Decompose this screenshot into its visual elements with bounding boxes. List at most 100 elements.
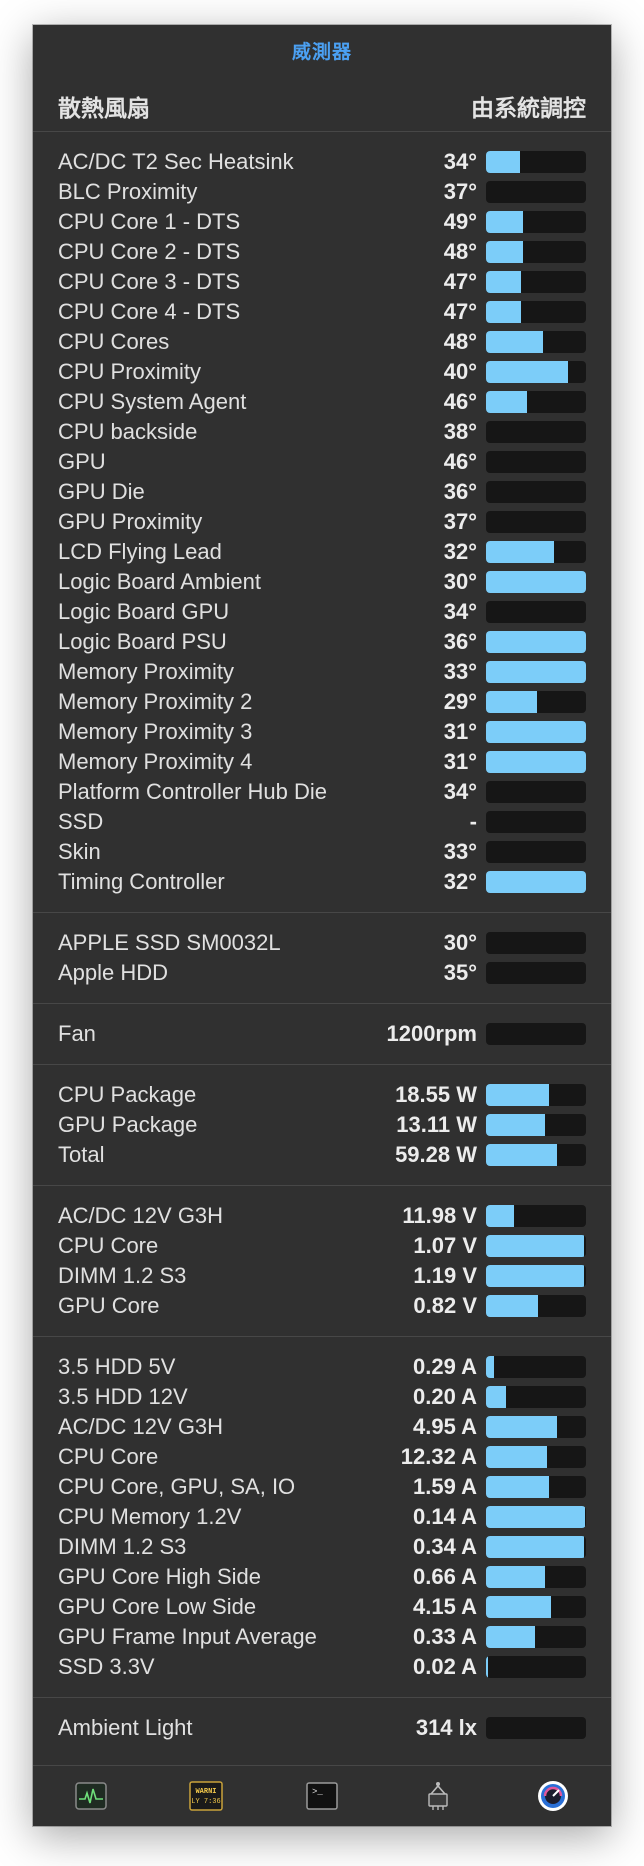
panel-title: 威測器 (291, 42, 352, 63)
sensor-value: 47° (443, 299, 477, 324)
system-information-icon[interactable] (420, 1780, 456, 1812)
fan-control-label: 散熱風扇 (58, 95, 150, 121)
sensor-value: 40° (443, 359, 477, 384)
sensor-bar-fill (486, 1235, 584, 1257)
sensor-row[interactable]: LCD Flying Lead 32° (33, 537, 611, 567)
sensor-bar (486, 1114, 586, 1136)
sensor-row[interactable]: AC/DC T2 Sec Heatsink 34° (33, 147, 611, 177)
sensor-value: 33° (443, 839, 477, 864)
sensor-row[interactable]: Logic Board GPU 34° (33, 597, 611, 627)
sensor-row[interactable]: Timing Controller 32° (33, 867, 611, 897)
sensor-row[interactable]: Logic Board PSU 36° (33, 627, 611, 657)
sensor-row[interactable]: CPU Package 18.55 W (33, 1080, 611, 1110)
sensor-value: 0.20 A (412, 1384, 477, 1409)
console-icon-line2: LY 7:36 (192, 1798, 221, 1806)
app-shortcut-bar: WARNI LY 7:36 >_ (33, 1765, 611, 1826)
sensor-row[interactable]: CPU backside 38° (33, 417, 611, 447)
sensor-value: 0.02 A (412, 1654, 477, 1679)
sensor-row[interactable]: Ambient Light 314 lx (33, 1713, 611, 1743)
sensor-bar-fill (486, 571, 586, 593)
fan-control-row[interactable]: 散熱風扇 由系統調控 (33, 81, 611, 132)
sensor-row[interactable]: Platform Controller Hub Die 34° (33, 777, 611, 807)
sensor-row[interactable]: DIMM 1.2 S3 1.19 V (33, 1261, 611, 1291)
fan-control-status[interactable]: 由系統調控 (471, 89, 586, 123)
sensor-bar (486, 1476, 586, 1498)
sensor-bar-fill (486, 661, 586, 683)
sensor-row[interactable]: Logic Board Ambient 30° (33, 567, 611, 597)
sensor-value: 1.07 V (413, 1233, 477, 1258)
sensor-bar (486, 1626, 586, 1648)
sensor-row[interactable]: GPU 46° (33, 447, 611, 477)
sensor-row[interactable]: CPU Core 2 - DTS 48° (33, 237, 611, 267)
sensor-bar-fill (486, 691, 537, 713)
terminal-icon[interactable]: >_ (304, 1780, 340, 1812)
sensor-value: - (469, 809, 477, 834)
sensor-row[interactable]: GPU Package 13.11 W (33, 1110, 611, 1140)
sensor-bar (486, 1717, 586, 1739)
sensor-value: 31° (443, 749, 477, 774)
sensor-row[interactable]: CPU Core 1 - DTS 49° (33, 207, 611, 237)
sensor-row[interactable]: CPU System Agent 46° (33, 387, 611, 417)
sensor-bar (486, 211, 586, 233)
sensor-row[interactable]: APPLE SSD SM0032L 30° (33, 928, 611, 958)
sensor-bar-fill (486, 271, 521, 293)
sensor-bar (486, 1023, 586, 1045)
sensor-row[interactable]: 3.5 HDD 5V 0.29 A (33, 1352, 611, 1382)
sensor-row[interactable]: Fan 1200rpm (33, 1019, 611, 1049)
sensor-value: 48° (443, 329, 477, 354)
sensor-row[interactable]: CPU Proximity 40° (33, 357, 611, 387)
sensor-row[interactable]: Memory Proximity 33° (33, 657, 611, 687)
sensor-row[interactable]: BLC Proximity 37° (33, 177, 611, 207)
sensor-bar (486, 601, 586, 623)
sensor-bar-fill (486, 631, 586, 653)
sensor-value: 29° (443, 689, 477, 714)
sensor-value: 32° (443, 539, 477, 564)
section-light: Ambient Light 314 lx (33, 1698, 611, 1758)
sensor-value: 37° (443, 509, 477, 534)
sensor-row[interactable]: CPU Core 1.07 V (33, 1231, 611, 1261)
sensor-row[interactable]: AC/DC 12V G3H 11.98 V (33, 1201, 611, 1231)
sensor-row[interactable]: CPU Core 4 - DTS 47° (33, 297, 611, 327)
sensor-bar (486, 1144, 586, 1166)
sensor-bar (486, 331, 586, 353)
sensor-row[interactable]: AC/DC 12V G3H 4.95 A (33, 1412, 611, 1442)
istat-menus-icon[interactable] (535, 1780, 571, 1812)
sensor-value: 34° (443, 779, 477, 804)
sensor-row[interactable]: Skin 33° (33, 837, 611, 867)
sensor-value: 0.34 A (412, 1534, 477, 1559)
sensor-row[interactable]: SSD - (33, 807, 611, 837)
sensor-value: 34° (443, 149, 477, 174)
sensor-row[interactable]: GPU Core High Side 0.66 A (33, 1562, 611, 1592)
sensor-row[interactable]: DIMM 1.2 S3 0.34 A (33, 1532, 611, 1562)
sensor-row[interactable]: 3.5 HDD 12V 0.20 A (33, 1382, 611, 1412)
sensor-row[interactable]: CPU Core 12.32 A (33, 1442, 611, 1472)
sensor-bar-fill (486, 1566, 545, 1588)
sensor-row[interactable]: SSD 3.3V 0.02 A (33, 1652, 611, 1682)
sensor-row[interactable]: GPU Core Low Side 4.15 A (33, 1592, 611, 1622)
section-current: 3.5 HDD 5V 0.29 A 3.5 HDD 12V 0.20 A AC/DC 1… (33, 1337, 611, 1698)
sensor-row[interactable]: CPU Memory 1.2V 0.14 A (33, 1502, 611, 1532)
sensor-value: 0.14 A (412, 1504, 477, 1529)
console-icon[interactable]: WARNI LY 7:36 (188, 1780, 224, 1812)
sensor-bar-fill (486, 1626, 535, 1648)
section-temperatures: AC/DC T2 Sec Heatsink 34° BLC Proximity 37°… (33, 132, 611, 913)
sensor-row[interactable]: CPU Core, GPU, SA, IO 1.59 A (33, 1472, 611, 1502)
sensor-row[interactable]: Memory Proximity 2 29° (33, 687, 611, 717)
activity-monitor-icon[interactable] (73, 1780, 109, 1812)
sensor-value: 18.55 W (395, 1082, 477, 1107)
sensor-value: 36° (443, 479, 477, 504)
sensor-bar-fill (486, 1356, 494, 1378)
sensor-bar-fill (486, 751, 586, 773)
sensor-row[interactable]: Memory Proximity 3 31° (33, 717, 611, 747)
sensor-bar (486, 511, 586, 533)
sensor-row[interactable]: Memory Proximity 4 31° (33, 747, 611, 777)
sensor-bar-fill (486, 1416, 557, 1438)
sensor-row[interactable]: Apple HDD 35° (33, 958, 611, 988)
sensor-row[interactable]: CPU Core 3 - DTS 47° (33, 267, 611, 297)
sensor-row[interactable]: GPU Frame Input Average 0.33 A (33, 1622, 611, 1652)
sensor-row[interactable]: CPU Cores 48° (33, 327, 611, 357)
sensor-row[interactable]: GPU Core 0.82 V (33, 1291, 611, 1321)
sensor-row[interactable]: Total 59.28 W (33, 1140, 611, 1170)
sensor-row[interactable]: GPU Die 36° (33, 477, 611, 507)
sensor-row[interactable]: GPU Proximity 37° (33, 507, 611, 537)
